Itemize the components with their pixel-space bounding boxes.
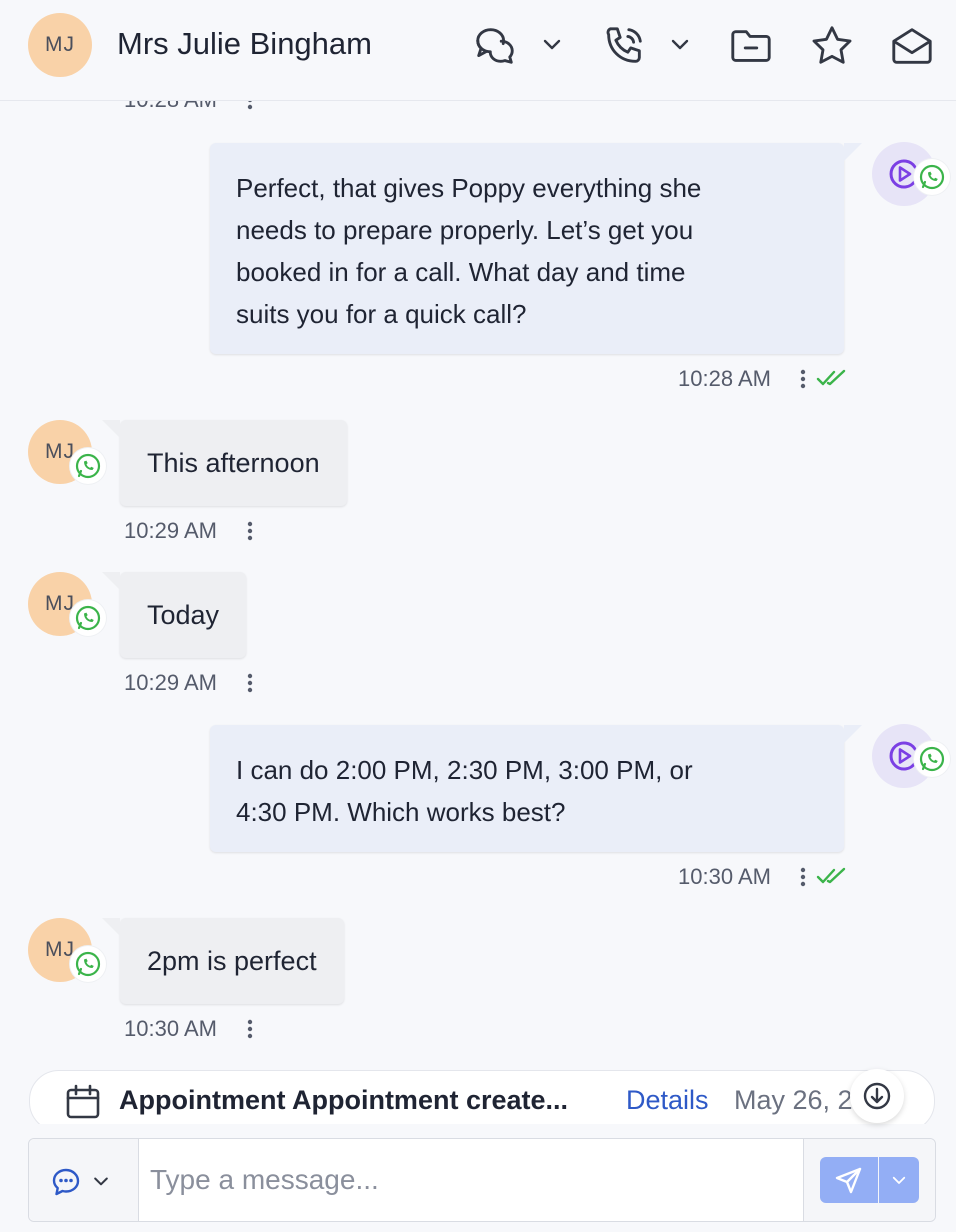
send-icon bbox=[835, 1167, 862, 1194]
message-timestamp: 10:30 AM bbox=[678, 864, 771, 889]
more-options-icon[interactable] bbox=[247, 672, 253, 694]
message-text-line: suits you for a quick call? bbox=[236, 299, 527, 329]
message-timestamp: 10:28 AM bbox=[678, 366, 771, 391]
appointment-activity: Appointment Appointment create... Detail… bbox=[29, 1070, 935, 1132]
message-text: Today bbox=[147, 599, 220, 630]
send-controls bbox=[803, 1139, 935, 1221]
folder-icon[interactable] bbox=[727, 22, 775, 70]
mail-icon[interactable] bbox=[888, 22, 936, 70]
whatsapp-icon bbox=[70, 600, 106, 636]
message-text: 2pm is perfect bbox=[147, 945, 317, 976]
whatsapp-icon bbox=[70, 448, 106, 484]
message-text-line: booked in for a call. What day and time bbox=[236, 257, 686, 287]
message-text-line: needs to prepare properly. Let’s get you bbox=[236, 215, 694, 245]
chevron-down-icon bbox=[892, 1176, 906, 1184]
message-list[interactable]: 10:28 AM Perfect, that gives Poppy every… bbox=[0, 101, 956, 1066]
chevron-down-icon bbox=[94, 1177, 108, 1186]
calendar-icon bbox=[66, 1084, 100, 1119]
call-chevron-down-icon[interactable] bbox=[668, 32, 692, 56]
message-input[interactable] bbox=[140, 1139, 802, 1221]
appointment-date: May 26, 2 bbox=[734, 1085, 853, 1115]
more-options-icon[interactable] bbox=[247, 101, 253, 111]
whatsapp-icon bbox=[914, 159, 950, 195]
channel-selector[interactable] bbox=[29, 1139, 139, 1221]
message-timestamp: 10:30 AM bbox=[124, 1016, 217, 1041]
appointment-details-link[interactable]: Details bbox=[626, 1085, 709, 1116]
chat-channel-chevron-down-icon[interactable] bbox=[540, 32, 564, 56]
message-text: This afternoon bbox=[147, 447, 320, 478]
contact-avatar[interactable]: MJ bbox=[28, 13, 92, 77]
message-timestamp: 10:29 AM bbox=[124, 518, 217, 543]
whatsapp-icon bbox=[70, 946, 106, 982]
message-timestamp: 10:28 AM bbox=[124, 101, 217, 113]
star-icon[interactable] bbox=[808, 22, 856, 70]
message-text-line: Perfect, that gives Poppy everything she bbox=[236, 173, 702, 203]
more-options-icon[interactable] bbox=[247, 1018, 253, 1040]
more-options-icon[interactable] bbox=[247, 520, 253, 542]
arrow-down-circle-icon bbox=[863, 1082, 891, 1110]
send-options-button[interactable] bbox=[879, 1157, 919, 1203]
message-composer bbox=[28, 1138, 936, 1222]
appointment-title: Appointment Appointment create... bbox=[119, 1085, 569, 1115]
read-double-check-icon bbox=[816, 867, 846, 884]
outgoing-message: Perfect, that gives Poppy everything she… bbox=[210, 143, 862, 354]
message-text-line: 4:30 PM. Which works best? bbox=[236, 797, 566, 827]
message-timestamp: 10:29 AM bbox=[124, 670, 217, 695]
more-options-icon[interactable] bbox=[800, 866, 806, 888]
contact-name[interactable]: Mrs Julie Bingham bbox=[117, 26, 372, 62]
send-button[interactable] bbox=[820, 1157, 878, 1203]
conversation-header: MJ Mrs Julie Bingham bbox=[0, 0, 956, 101]
whatsapp-icon bbox=[914, 741, 950, 777]
incoming-message: This afternoon bbox=[102, 420, 347, 506]
chat-bubble-icon bbox=[52, 1168, 80, 1196]
more-options-icon[interactable] bbox=[800, 368, 806, 390]
phone-icon[interactable] bbox=[600, 22, 648, 70]
outgoing-message: I can do 2:00 PM, 2:30 PM, 3:00 PM, or 4… bbox=[210, 725, 862, 852]
incoming-message: 2pm is perfect bbox=[102, 918, 344, 1004]
incoming-message: Today bbox=[101, 572, 247, 658]
chat-bubbles-icon[interactable] bbox=[471, 22, 519, 70]
read-double-check-icon bbox=[816, 369, 846, 386]
divider bbox=[0, 1124, 956, 1138]
scroll-to-bottom-button[interactable] bbox=[850, 1069, 904, 1123]
message-text-line: I can do 2:00 PM, 2:30 PM, 3:00 PM, or bbox=[236, 755, 693, 785]
